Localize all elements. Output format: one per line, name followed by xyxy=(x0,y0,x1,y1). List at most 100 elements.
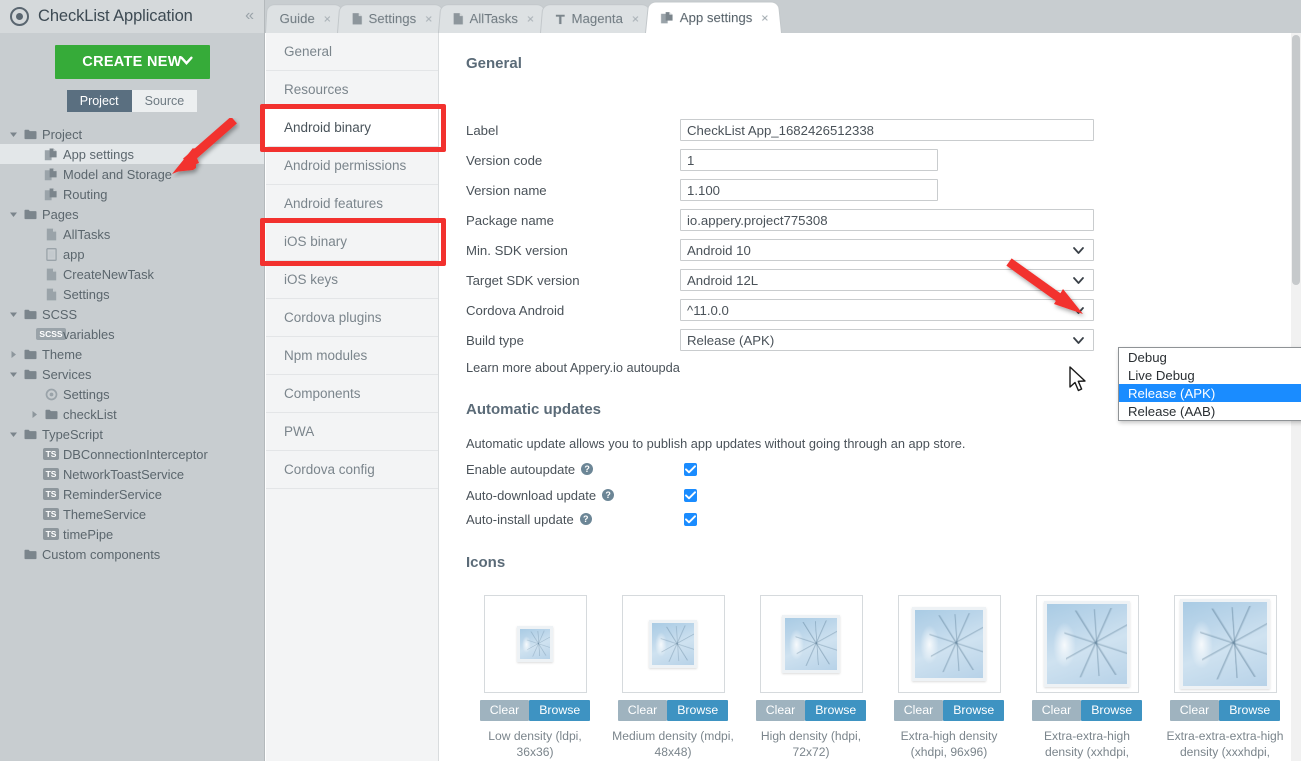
chevron-down-icon[interactable] xyxy=(6,130,20,139)
tree-item-networktoastservice[interactable]: TS NetworkToastService xyxy=(0,464,264,484)
close-icon[interactable]: × xyxy=(632,12,639,26)
build-type-dropdown-list[interactable]: Debug Live Debug Release (APK) Release (AAB… xyxy=(1118,347,1301,421)
settings-nav-ios-binary[interactable]: iOS binary xyxy=(266,223,438,261)
input-label[interactable] xyxy=(680,119,1094,141)
select-build-type[interactable]: Release (APK) xyxy=(680,329,1094,351)
chevron-down-icon[interactable] xyxy=(6,370,20,379)
tree-item-themeservice[interactable]: TS ThemeService xyxy=(0,504,264,524)
tree-item-variables[interactable]: SCSS variables xyxy=(0,324,264,344)
tab-label: Guide xyxy=(279,11,315,26)
tree-item-settings[interactable]: Settings xyxy=(0,284,264,304)
tab-guide[interactable]: Guide × xyxy=(265,4,344,33)
browse-button[interactable]: Browse xyxy=(1081,700,1143,721)
tree-item-timepipe[interactable]: TS timePipe xyxy=(0,524,264,544)
toggle-project[interactable]: Project xyxy=(66,90,132,112)
question-mark-icon[interactable]: ? xyxy=(602,489,615,501)
tab-alltasks[interactable]: AllTasks × xyxy=(438,4,548,33)
settings-nav-android-binary[interactable]: Android binary xyxy=(266,109,438,147)
select-cordova-android[interactable]: ^11.0.0 xyxy=(680,299,1094,321)
question-mark-icon[interactable]: ? xyxy=(579,513,592,525)
field-label-version-code: Version code xyxy=(466,152,543,168)
clear-button[interactable]: Clear xyxy=(755,700,806,721)
tree-item-project[interactable]: Project xyxy=(0,124,264,144)
double-chevron-left-icon[interactable]: « xyxy=(245,7,254,25)
browse-button[interactable]: Browse xyxy=(667,700,729,721)
settings-nav-cordova-plugins[interactable]: Cordova plugins xyxy=(266,299,438,337)
settings-nav-resources[interactable]: Resources xyxy=(266,71,438,109)
checkbox-auto-download-update[interactable] xyxy=(684,488,697,502)
settings-nav-ios-keys[interactable]: iOS keys xyxy=(266,261,438,299)
clear-button[interactable]: Clear xyxy=(893,700,944,721)
browse-button[interactable]: Browse xyxy=(943,700,1005,721)
chevron-right-icon[interactable] xyxy=(27,410,41,419)
tree-item-label: Settings xyxy=(63,386,110,402)
chevron-down-icon[interactable] xyxy=(1072,274,1085,290)
tree-item-app[interactable]: app xyxy=(0,244,264,264)
settings-nav-components[interactable]: Components xyxy=(266,375,438,413)
clear-button[interactable]: Clear xyxy=(1169,700,1220,721)
tree-item-checklist[interactable]: checkList xyxy=(0,404,264,424)
tree-item-typescript[interactable]: TypeScript xyxy=(0,424,264,444)
tree-item-label: AllTasks xyxy=(63,226,111,242)
settings-nav-label: iOS keys xyxy=(284,272,339,287)
dropdown-option-live-debug[interactable]: Live Debug xyxy=(1119,366,1301,384)
input-version-code[interactable] xyxy=(680,149,938,171)
settings-nav-cordova-config[interactable]: Cordova config xyxy=(266,451,438,489)
close-icon[interactable]: × xyxy=(527,12,534,26)
select-target-sdk-version[interactable]: Android 12L xyxy=(680,269,1094,291)
chevron-down-icon[interactable] xyxy=(6,430,20,439)
close-icon[interactable]: × xyxy=(425,12,432,26)
tree-item-services[interactable]: Services xyxy=(0,364,264,384)
browse-button[interactable]: Browse xyxy=(529,700,591,721)
question-mark-icon[interactable]: ? xyxy=(581,463,594,475)
clear-button[interactable]: Clear xyxy=(1031,700,1082,721)
tab-magenta[interactable]: Magenta × xyxy=(540,4,653,33)
input-version-name[interactable] xyxy=(680,179,938,201)
tree-item-settings[interactable]: Settings xyxy=(0,384,264,404)
toggle-source[interactable]: Source xyxy=(131,90,198,112)
clear-button[interactable]: Clear xyxy=(617,700,668,721)
tree-item-model-and-storage[interactable]: Model and Storage xyxy=(0,164,264,184)
tree-item-reminderservice[interactable]: TS ReminderService xyxy=(0,484,264,504)
tab-settings[interactable]: Settings × xyxy=(336,4,445,33)
checkbox-auto-install-update[interactable] xyxy=(684,512,697,526)
settings-nav-android-permissions[interactable]: Android permissions xyxy=(266,147,438,185)
settings-nav-general[interactable]: General xyxy=(266,33,438,71)
input-package-name[interactable] xyxy=(680,209,1094,231)
chevron-right-icon[interactable] xyxy=(6,350,20,359)
dropdown-option-release-apk[interactable]: Release (APK) xyxy=(1119,384,1301,402)
settings-nav-pwa[interactable]: PWA xyxy=(266,413,438,451)
create-new-button[interactable]: CREATE NEW xyxy=(54,45,210,79)
tab-app-settings[interactable]: App settings × xyxy=(645,1,783,33)
tree-item-routing[interactable]: Routing xyxy=(0,184,264,204)
tree-item-alltasks[interactable]: AllTasks xyxy=(0,224,264,244)
tree-item-theme[interactable]: Theme xyxy=(0,344,264,364)
chevron-down-icon[interactable] xyxy=(6,210,20,219)
settings-nav-npm-modules[interactable]: Npm modules xyxy=(266,337,438,375)
tree-item-label: checkList xyxy=(63,406,117,422)
chevron-down-icon[interactable] xyxy=(1072,334,1085,350)
checkbox-enable-autoupdate[interactable] xyxy=(684,462,697,476)
chevron-down-icon[interactable] xyxy=(6,310,20,319)
tree-item-dbconnectioninterceptor[interactable]: TS DBConnectionInterceptor xyxy=(0,444,264,464)
browse-button[interactable]: Browse xyxy=(1219,700,1281,721)
clear-button[interactable]: Clear xyxy=(479,700,530,721)
select-min-sdk-version[interactable]: Android 10 xyxy=(680,239,1094,261)
close-icon[interactable]: × xyxy=(324,12,331,26)
close-icon[interactable]: × xyxy=(761,10,768,24)
scrollbar-thumb[interactable] xyxy=(1292,35,1300,285)
tree-item-scss[interactable]: SCSS xyxy=(0,304,264,324)
chevron-down-icon[interactable] xyxy=(1072,244,1085,260)
folder-icon xyxy=(20,209,40,220)
chevron-down-icon[interactable] xyxy=(1072,304,1085,320)
settings-nav-android-features[interactable]: Android features xyxy=(266,185,438,223)
tree-item-createnewtask[interactable]: CreateNewTask xyxy=(0,264,264,284)
browse-button[interactable]: Browse xyxy=(805,700,867,721)
field-row-version-name: Version name xyxy=(466,179,1301,201)
tree-item-label: app xyxy=(63,246,85,262)
tree-item-pages[interactable]: Pages xyxy=(0,204,264,224)
dropdown-option-release-aab[interactable]: Release (AAB) xyxy=(1119,402,1301,420)
dropdown-option-debug[interactable]: Debug xyxy=(1119,348,1301,366)
tree-item-custom-components[interactable]: Custom components xyxy=(0,544,264,564)
tree-item-app-settings[interactable]: App settings xyxy=(0,144,264,164)
